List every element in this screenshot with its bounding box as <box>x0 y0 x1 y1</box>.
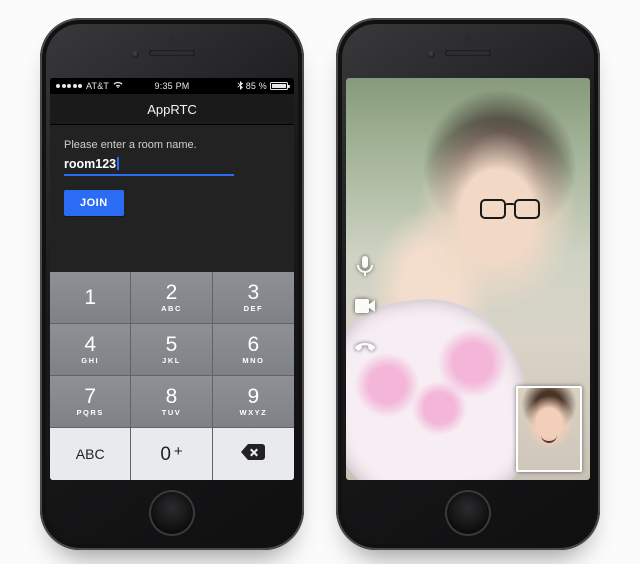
app-title: AppRTC <box>147 102 197 117</box>
proximity-sensor <box>465 36 471 42</box>
app-header: AppRTC <box>50 94 294 125</box>
camera-icon <box>355 299 375 313</box>
backspace-icon <box>241 444 265 465</box>
numeric-keypad: 1 2 ABC 3 DEF 4 GHI 5 JKL <box>50 272 294 480</box>
clock-label: 9:35 PM <box>155 81 190 91</box>
status-bar: AT&T 9:35 PM 85 % <box>50 78 294 94</box>
key-backspace[interactable] <box>213 428 294 480</box>
key-5[interactable]: 5 JKL <box>131 324 212 376</box>
key-digit: 6 <box>247 334 259 355</box>
screen-right <box>346 78 590 480</box>
key-digit: 2 <box>166 282 178 303</box>
phone-device-left: AT&T 9:35 PM 85 % Ap <box>40 18 304 550</box>
mute-button[interactable] <box>354 255 376 277</box>
key-digit: 0+ <box>160 444 182 464</box>
signal-strength-icon <box>56 84 82 88</box>
key-letters: DEF <box>244 304 264 313</box>
phone-device-right <box>336 18 600 550</box>
local-video-pip[interactable] <box>516 386 582 472</box>
key-letters: JKL <box>162 356 181 365</box>
key-digit: 8 <box>166 386 178 407</box>
room-prompt-label: Please enter a room name. <box>64 139 280 151</box>
key-digit: 5 <box>166 334 178 355</box>
key-7[interactable]: 7 PQRS <box>50 376 131 428</box>
key-digit: 9 <box>247 386 259 407</box>
key-9[interactable]: 9 WXYZ <box>213 376 294 428</box>
key-6[interactable]: 6 MNO <box>213 324 294 376</box>
bluetooth-icon <box>237 81 243 92</box>
key-0-plus: + <box>174 443 183 460</box>
wifi-icon <box>113 81 123 91</box>
text-cursor <box>117 157 119 170</box>
key-letters: PQRS <box>77 408 104 417</box>
key-digit: 1 <box>84 287 96 308</box>
join-button[interactable]: JOIN <box>64 190 124 216</box>
key-abc-label: ABC <box>76 446 105 462</box>
front-camera <box>428 51 435 58</box>
key-0-digit: 0 <box>160 444 171 465</box>
earpiece-speaker <box>149 50 195 56</box>
key-3[interactable]: 3 DEF <box>213 272 294 324</box>
key-letters: GHI <box>81 356 99 365</box>
home-button[interactable] <box>149 490 195 536</box>
join-button-label: JOIN <box>80 197 108 209</box>
microphone-icon <box>357 256 373 276</box>
call-controls <box>354 255 376 357</box>
remote-person-glasses <box>480 199 540 219</box>
key-letters: MNO <box>242 356 264 365</box>
key-0[interactable]: 0+ <box>131 428 212 480</box>
battery-icon <box>270 82 288 90</box>
room-entry-panel: Please enter a room name. room123 JOIN <box>50 125 294 273</box>
toggle-camera-button[interactable] <box>354 295 376 317</box>
key-digit: 7 <box>84 386 96 407</box>
key-4[interactable]: 4 GHI <box>50 324 131 376</box>
carrier-label: AT&T <box>86 81 109 91</box>
key-digit: 3 <box>247 282 259 303</box>
hangup-icon <box>354 335 376 357</box>
room-name-value: room123 <box>64 157 116 171</box>
room-name-input[interactable]: room123 <box>64 157 234 176</box>
earpiece-speaker <box>445 50 491 56</box>
key-letters: WXYZ <box>239 408 267 417</box>
proximity-sensor <box>169 36 175 42</box>
key-1[interactable]: 1 <box>50 272 131 324</box>
front-camera <box>132 51 139 58</box>
hangup-button[interactable] <box>354 335 376 357</box>
screen-left: AT&T 9:35 PM 85 % Ap <box>50 78 294 480</box>
key-8[interactable]: 8 TUV <box>131 376 212 428</box>
key-digit: 4 <box>84 334 96 355</box>
key-2[interactable]: 2 ABC <box>131 272 212 324</box>
home-button[interactable] <box>445 490 491 536</box>
key-letters: TUV <box>162 408 182 417</box>
key-letters: ABC <box>161 304 182 313</box>
key-abc[interactable]: ABC <box>50 428 131 480</box>
battery-pct-label: 85 % <box>246 81 267 91</box>
